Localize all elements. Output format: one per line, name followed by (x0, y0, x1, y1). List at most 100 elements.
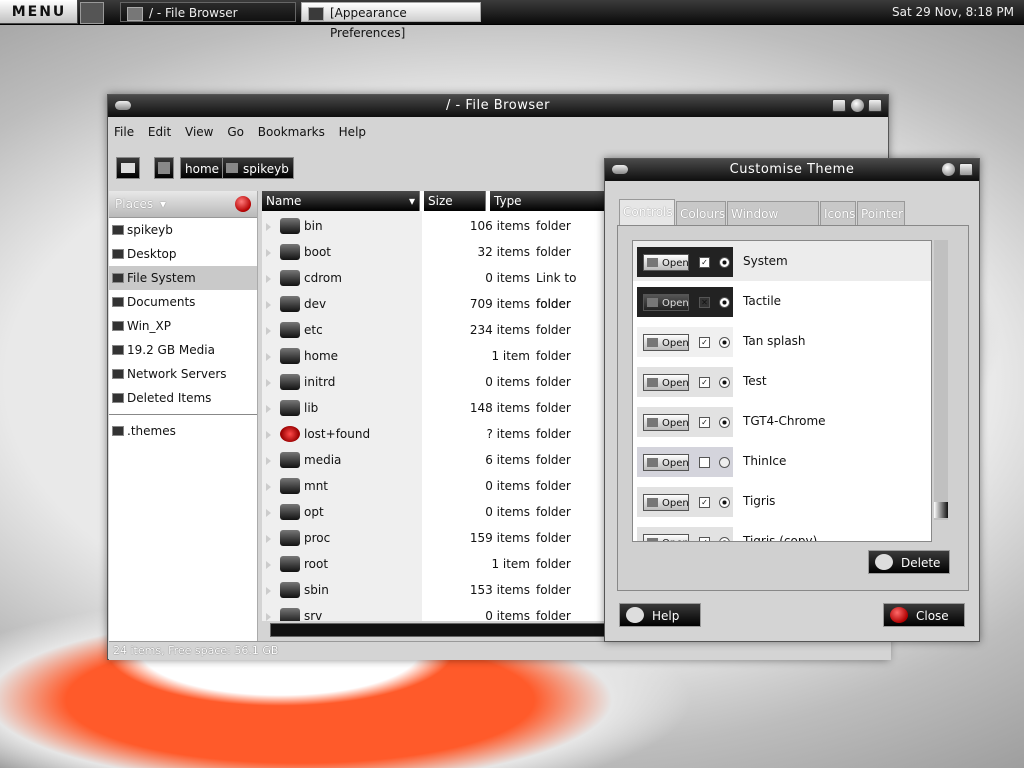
close-icon[interactable] (959, 163, 973, 176)
theme-name: System (743, 254, 788, 268)
column-header-type[interactable]: Type (490, 191, 608, 211)
dialog-titlebar[interactable]: Customise Theme (605, 159, 979, 181)
place-spikeyb[interactable]: spikeyb (109, 218, 257, 242)
table-row[interactable]: sbin 153 items folder (262, 577, 608, 603)
list-item[interactable]: Open ✓ Tigris (copy) (633, 521, 931, 541)
table-row[interactable]: opt 0 items folder (262, 499, 608, 525)
expander-icon[interactable] (266, 613, 271, 621)
menu-view[interactable]: View (185, 125, 213, 139)
list-item[interactable]: Open ✓ Tigris (633, 481, 931, 521)
table-row[interactable]: lost+found ? items folder (262, 421, 608, 447)
tab-controls[interactable]: Controls (619, 199, 675, 225)
table-row[interactable]: media 6 items folder (262, 447, 608, 473)
menu-go[interactable]: Go (227, 125, 244, 139)
expander-icon[interactable] (266, 327, 271, 335)
expander-icon[interactable] (266, 405, 271, 413)
list-item[interactable]: Open ✓ Tan splash (633, 321, 931, 361)
expander-icon[interactable] (266, 353, 271, 361)
list-item[interactable]: Open ✓ System (633, 241, 931, 281)
show-desktop-icon[interactable] (80, 2, 104, 24)
place-themes[interactable]: .themes (109, 419, 257, 443)
maximize-icon[interactable] (851, 99, 864, 112)
column-header-name[interactable]: Name ▾ (262, 191, 420, 211)
expander-icon[interactable] (266, 275, 271, 283)
main-menu-button[interactable]: MENU (0, 0, 78, 24)
column-header-size[interactable]: Size (424, 191, 486, 211)
close-icon[interactable] (868, 99, 882, 112)
close-button[interactable]: Close (883, 603, 965, 627)
table-row[interactable]: boot 32 items folder (262, 239, 608, 265)
folder-icon (112, 426, 124, 436)
table-row[interactable]: initrd 0 items folder (262, 369, 608, 395)
place-deleted-items[interactable]: Deleted Items (109, 386, 257, 410)
expander-icon[interactable] (266, 223, 271, 231)
place-label: 19.2 GB Media (127, 343, 215, 357)
expander-icon[interactable] (266, 483, 271, 491)
table-row[interactable]: lib 148 items folder (262, 395, 608, 421)
table-row[interactable]: bin 106 items folder (262, 213, 608, 239)
menu-edit[interactable]: Edit (148, 125, 171, 139)
path-root-button[interactable] (154, 157, 174, 179)
path-user-button[interactable]: spikeyb (222, 157, 294, 179)
expander-icon[interactable] (266, 431, 271, 439)
place-documents[interactable]: Documents (109, 290, 257, 314)
taskbar-appearance-preferences[interactable]: [Appearance Preferences] (301, 2, 481, 40)
expander-icon[interactable] (266, 587, 271, 595)
menu-help[interactable]: Help (339, 125, 366, 139)
place-desktop[interactable]: Desktop (109, 242, 257, 266)
table-row[interactable]: proc 159 items folder (262, 525, 608, 551)
place-win-xp[interactable]: Win_XP (109, 314, 257, 338)
folder-icon (280, 530, 300, 546)
table-row[interactable]: srv 0 items folder (262, 603, 608, 621)
place-file-system[interactable]: File System (109, 266, 257, 290)
menu-file[interactable]: File (114, 125, 134, 139)
toggle-location-button[interactable] (116, 157, 140, 179)
preview-radio (719, 297, 730, 308)
expander-icon[interactable] (266, 509, 271, 517)
place-media[interactable]: 19.2 GB Media (109, 338, 257, 362)
file-name: dev (304, 297, 327, 311)
table-row[interactable]: mnt 0 items folder (262, 473, 608, 499)
file-type: folder (536, 375, 571, 389)
tab-colours[interactable]: Colours (676, 201, 726, 225)
delete-button[interactable]: Delete (868, 550, 950, 574)
expander-icon[interactable] (266, 301, 271, 309)
list-item[interactable]: Open ThinIce (633, 441, 931, 481)
table-row[interactable]: root 1 item folder (262, 551, 608, 577)
expander-icon[interactable] (266, 249, 271, 257)
window-menu-icon[interactable] (115, 101, 131, 110)
list-item[interactable]: Open ✕ Tactile (633, 281, 931, 321)
preview-label: Open (662, 378, 689, 389)
tab-window-border[interactable]: Window Border (727, 201, 819, 245)
help-button[interactable]: Help (619, 603, 701, 627)
window-menu-icon[interactable] (612, 165, 628, 174)
table-row[interactable]: home 1 item folder (262, 343, 608, 369)
tab-icons[interactable]: Icons (820, 201, 856, 225)
file-size: 32 items (477, 245, 530, 259)
list-item[interactable]: Open ✓ TGT4-Chrome (633, 401, 931, 441)
table-row[interactable]: dev 709 items folder (262, 291, 608, 317)
menu-bookmarks[interactable]: Bookmarks (258, 125, 325, 139)
expander-icon[interactable] (266, 535, 271, 543)
tab-pointer[interactable]: Pointer (857, 201, 905, 225)
horizontal-scrollbar[interactable] (270, 623, 610, 637)
taskbar-file-browser[interactable]: / - File Browser (120, 2, 296, 22)
theme-list-scrollbar[interactable] (934, 240, 948, 520)
place-network-servers[interactable]: Network Servers (109, 362, 257, 386)
file-browser-titlebar[interactable]: / - File Browser (108, 95, 888, 117)
expander-icon[interactable] (266, 561, 271, 569)
expander-icon[interactable] (266, 457, 271, 465)
places-selector[interactable]: Places ▾ (109, 191, 257, 218)
maximize-icon[interactable] (942, 163, 955, 176)
table-row[interactable]: cdrom 0 items Link to folder (262, 265, 608, 311)
table-row[interactable]: etc 234 items folder (262, 317, 608, 343)
folder-icon (647, 338, 658, 347)
path-home-button[interactable]: home (180, 157, 225, 179)
folder-icon (280, 348, 300, 364)
list-item[interactable]: Open ✓ Test (633, 361, 931, 401)
minimize-icon[interactable] (832, 99, 846, 112)
scrollbar-thumb[interactable] (934, 502, 948, 518)
close-sidebar-icon[interactable] (235, 196, 251, 212)
expander-icon[interactable] (266, 379, 271, 387)
clock[interactable]: Sat 29 Nov, 8:18 PM (892, 0, 1014, 24)
